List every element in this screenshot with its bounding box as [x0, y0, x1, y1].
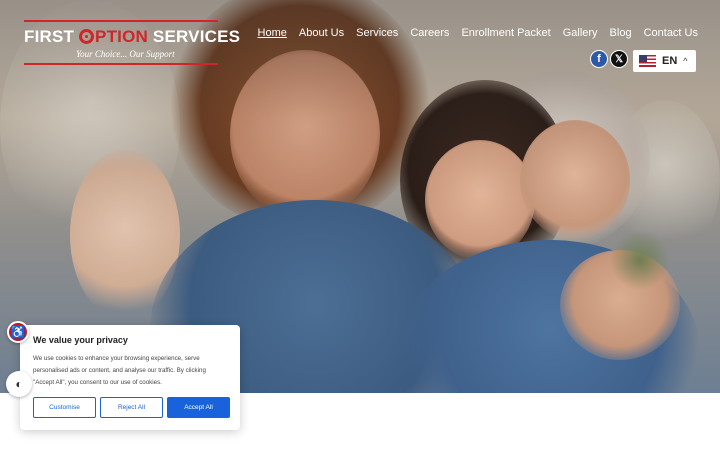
nav-careers[interactable]: Careers	[410, 27, 449, 39]
contrast-toggle-icon[interactable]: ◐	[6, 371, 32, 397]
chevron-up-icon: ^	[683, 56, 688, 66]
logo-target-icon	[79, 29, 95, 44]
logo-tagline: Your Choice... Our Support	[76, 49, 175, 59]
cookie-consent-banner: We value your privacy We use cookies to …	[20, 325, 240, 430]
main-nav: Home About Us Services Careers Enrollmen…	[258, 27, 698, 39]
cookie-message: We use cookies to enhance your browsing …	[33, 355, 206, 386]
nav-services[interactable]: Services	[356, 27, 398, 39]
social-links: f 𝕏	[590, 50, 628, 68]
reject-all-button[interactable]: Reject All	[100, 397, 163, 418]
cookie-title: We value your privacy	[33, 335, 128, 345]
logo-top-rule	[24, 20, 218, 22]
facebook-icon[interactable]: f	[590, 50, 608, 68]
nav-blog[interactable]: Blog	[610, 27, 632, 39]
cookie-actions: Customise Reject All Accept All	[33, 397, 230, 418]
customise-button[interactable]: Customise	[33, 397, 96, 418]
accessibility-icon[interactable]: ♿	[7, 321, 29, 343]
nav-home[interactable]: Home	[258, 27, 287, 39]
nav-about-us[interactable]: About Us	[299, 27, 344, 39]
logo-wordmark: FIRST PTION SERVICES	[24, 27, 241, 46]
language-switcher[interactable]: EN ^	[633, 50, 696, 72]
site-logo[interactable]: FIRST PTION SERVICES Your Choice... Our …	[24, 20, 240, 66]
language-code: EN	[662, 55, 678, 67]
nav-gallery[interactable]: Gallery	[563, 27, 598, 39]
accept-all-button[interactable]: Accept All	[167, 397, 230, 418]
page: FIRST PTION SERVICES Your Choice... Our …	[0, 0, 720, 450]
nav-contact-us[interactable]: Contact Us	[644, 27, 698, 39]
nav-enrollment-packet[interactable]: Enrollment Packet	[461, 27, 550, 39]
x-twitter-icon[interactable]: 𝕏	[610, 50, 628, 68]
us-flag-icon	[639, 55, 656, 67]
logo-bottom-rule	[24, 63, 218, 65]
